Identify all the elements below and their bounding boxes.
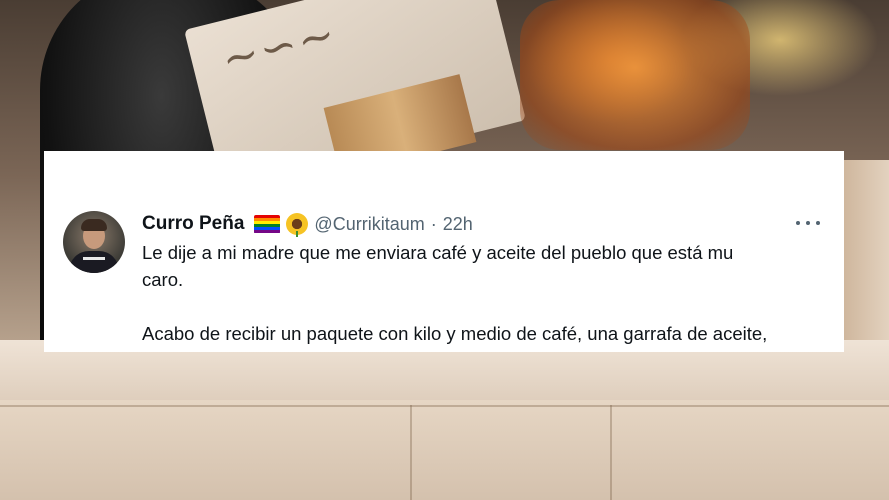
separator-dot: ·	[430, 213, 437, 234]
tweet-card[interactable]: Curro Peña @Currikitaum · 22h Le dije a …	[44, 151, 844, 352]
honey-jar-image	[520, 0, 750, 150]
tweet-text-line: Acabo de recibir un paquete con kilo y m…	[142, 323, 768, 344]
user-handle[interactable]: @Currikitaum	[314, 214, 424, 235]
crate-plank-line	[610, 405, 612, 500]
sunflower-icon	[286, 213, 309, 237]
box-script-decoration: ∼∽∼	[216, 8, 343, 86]
crate-plank-line	[0, 405, 889, 407]
avatar-shirt-stripe	[83, 257, 105, 260]
crate-plank-line	[410, 405, 412, 500]
avatar[interactable]	[63, 211, 125, 273]
display-name[interactable]: Curro Peña	[142, 213, 244, 235]
tweet-text-line: caro.	[142, 269, 184, 290]
avatar-hair	[81, 219, 107, 231]
more-horizontal-icon[interactable]	[796, 213, 820, 233]
rainbow-flag-icon	[254, 214, 281, 234]
crate-front	[0, 400, 889, 500]
tweet-header: Curro Peña @Currikitaum · 22h	[142, 209, 473, 239]
timestamp[interactable]: 22h	[443, 214, 473, 235]
tweet-text-line: Le dije a mi madre que me enviara café y…	[142, 242, 734, 263]
tweet-text: Le dije a mi madre que me enviara café y…	[142, 239, 822, 347]
avatar-shirt	[69, 251, 119, 273]
